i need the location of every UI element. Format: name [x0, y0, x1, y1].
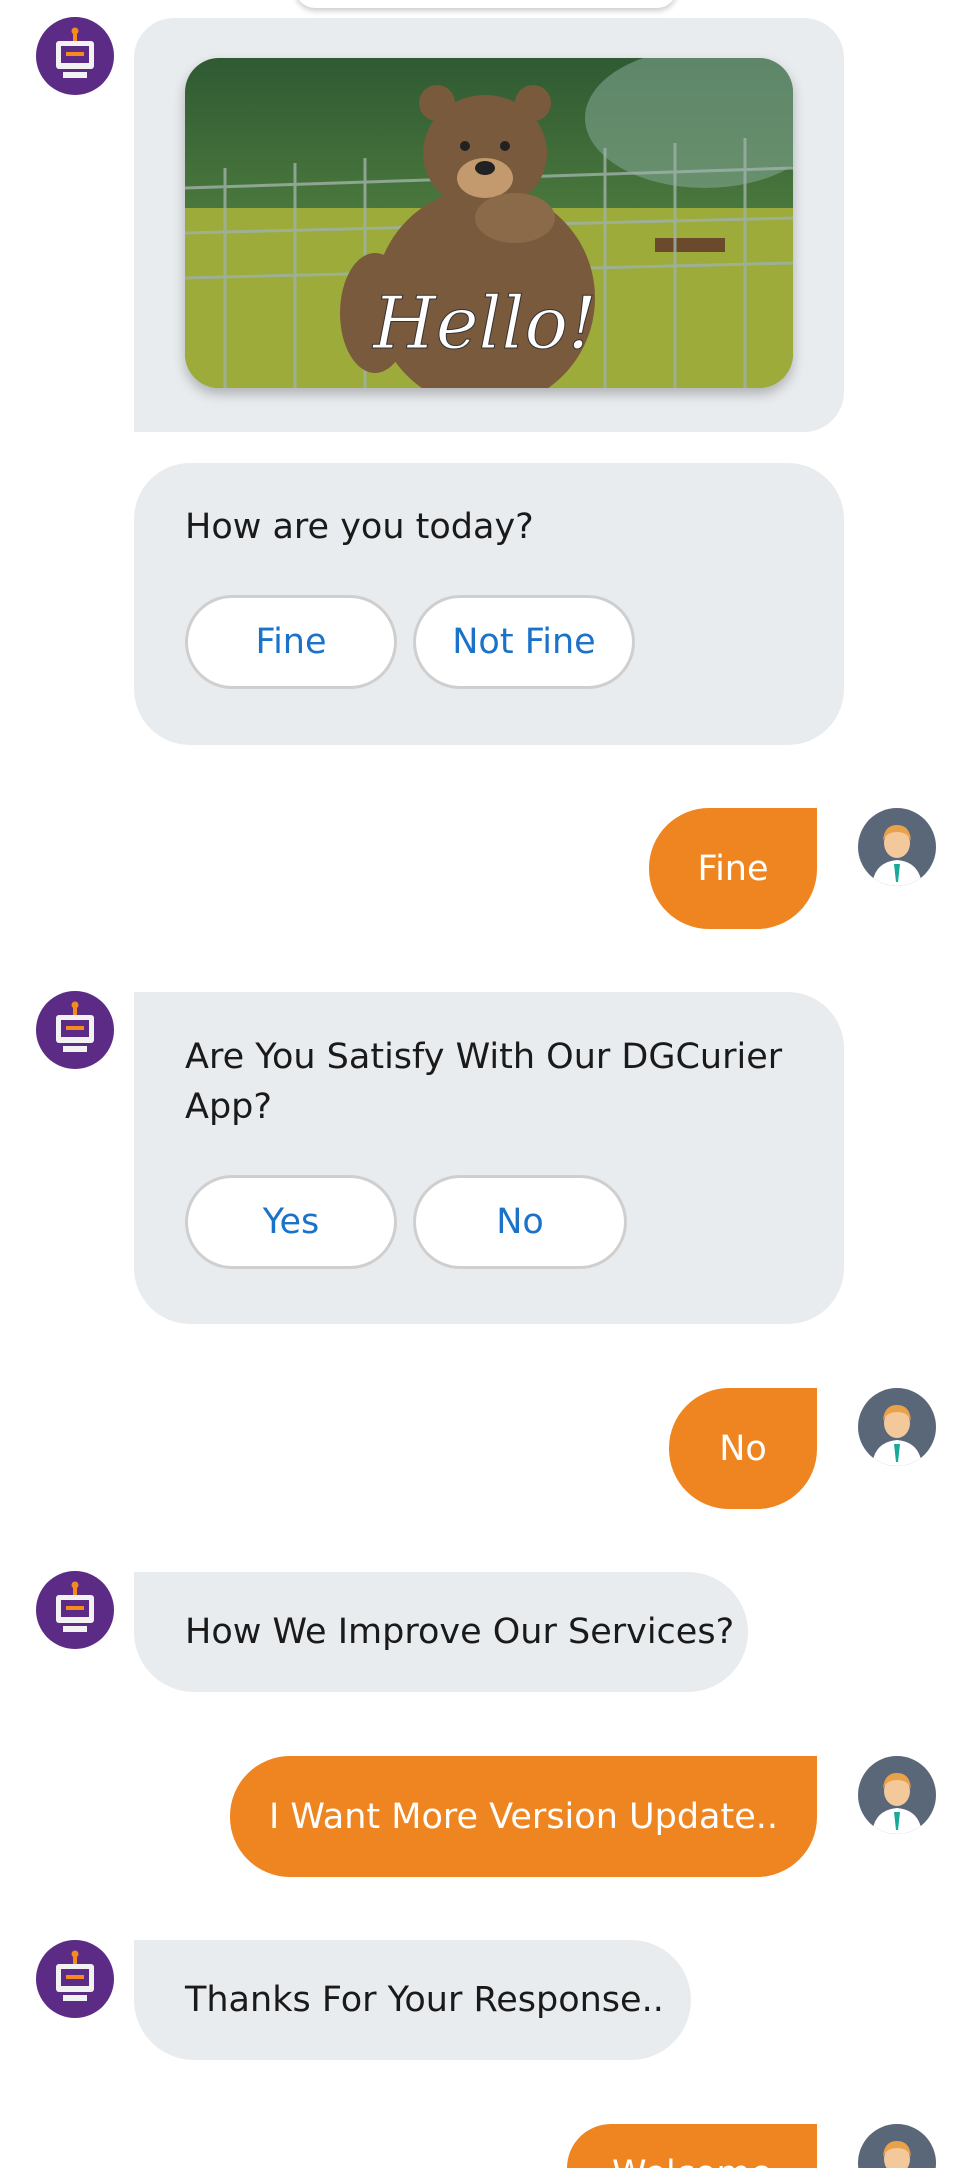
- user-avatar: [858, 2124, 936, 2168]
- user-avatar: [858, 808, 936, 886]
- hello-gif: Hello!: [185, 58, 793, 388]
- robot-icon: [56, 1581, 94, 1632]
- user-icon: [872, 1773, 922, 1834]
- user-avatar: [858, 1756, 936, 1834]
- user-icon: [872, 825, 922, 886]
- option-not-fine-button[interactable]: Not Fine: [413, 595, 635, 689]
- bot-message-bubble: How We Improve Our Services?: [134, 1572, 748, 1692]
- bot-avatar: [36, 17, 114, 95]
- user-message-bubble: Welcome: [567, 2124, 817, 2168]
- bot-avatar: [36, 1571, 114, 1649]
- partial-card-top: [295, 0, 677, 8]
- user-message-text: No: [719, 1428, 767, 1469]
- user-message-text: Fine: [697, 848, 769, 889]
- bear-image: Hello!: [185, 58, 793, 388]
- user-message-text: I Want More Version Update..: [268, 1796, 779, 1837]
- robot-icon: [56, 1001, 94, 1052]
- bot-message-text: How are you today?: [185, 507, 534, 547]
- option-no-button[interactable]: No: [413, 1175, 627, 1269]
- robot-icon: [56, 27, 94, 78]
- bot-message-text: Thanks For Your Response..: [185, 1980, 664, 2020]
- user-icon: [883, 2141, 911, 2168]
- bot-message-text: Are You Satisfy With Our DGCurier App?: [185, 1037, 783, 1127]
- user-icon: [872, 1405, 922, 1466]
- user-message-bubble: I Want More Version Update..: [230, 1756, 817, 1877]
- user-message-bubble: Fine: [649, 808, 817, 929]
- bot-avatar: [36, 991, 114, 1069]
- user-avatar: [858, 1388, 936, 1466]
- option-fine-button[interactable]: Fine: [185, 595, 397, 689]
- bot-message-bubble: Thanks For Your Response..: [134, 1940, 691, 2060]
- user-message-text: Welcome: [612, 2154, 772, 2168]
- robot-icon: [56, 1950, 94, 2001]
- bot-avatar: [36, 1940, 114, 2018]
- gif-caption: Hello!: [371, 281, 597, 365]
- option-yes-button[interactable]: Yes: [185, 1175, 397, 1269]
- user-message-bubble: No: [669, 1388, 817, 1509]
- bot-message-text: How We Improve Our Services?: [185, 1612, 735, 1652]
